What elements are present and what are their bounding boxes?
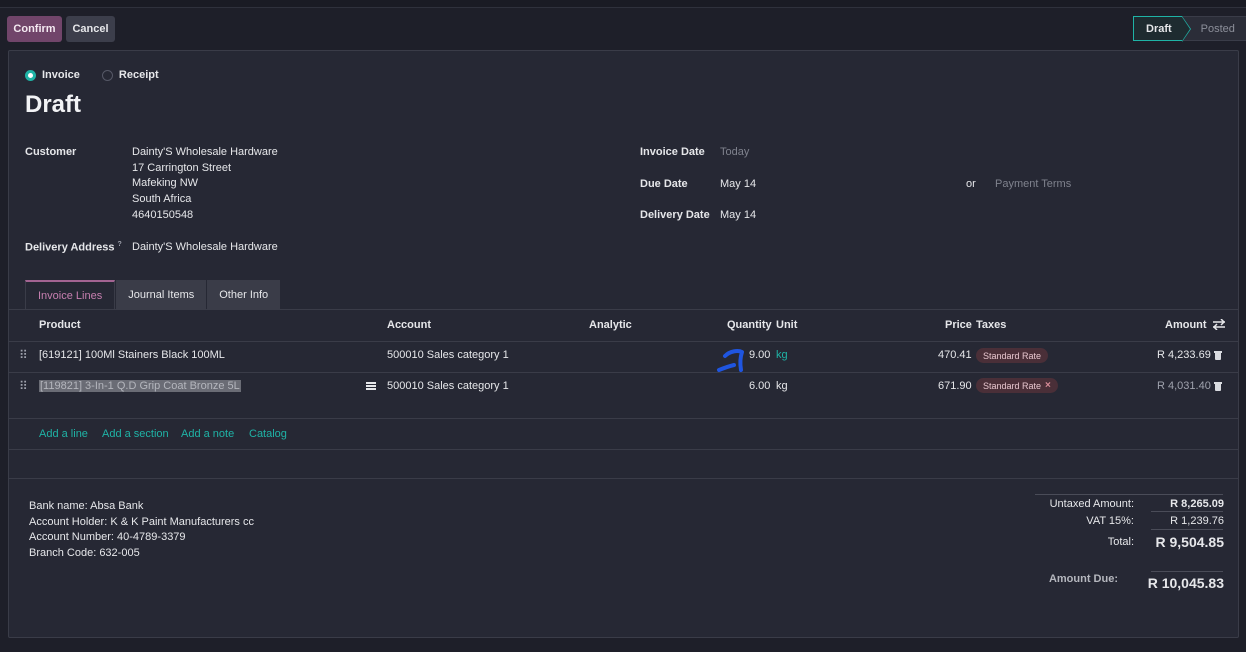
pen-annotation-icon	[717, 349, 744, 372]
table-footer-divider	[9, 449, 1238, 450]
add-note-link[interactable]: Add a note	[181, 428, 234, 440]
row-product[interactable]: [119821] 3-In-1 Q.D Grip Coat Bronze 5L	[39, 380, 241, 392]
customer-phone: 4640150548	[132, 208, 194, 221]
due-date-field[interactable]: May 14	[720, 177, 756, 193]
table-bottom-divider	[9, 478, 1238, 479]
delivery-address-label: Delivery Address ?	[25, 241, 122, 254]
customer-country: South Africa	[132, 193, 192, 206]
confirm-button[interactable]: Confirm	[7, 16, 62, 42]
bank-name-line: Bank name: Absa Bank	[29, 500, 144, 512]
account-number-line: Account Number: 40-4789-3379	[29, 531, 186, 544]
branch-code-line: Branch Code: 632-005	[29, 547, 140, 560]
row-account[interactable]: 500010 Sales category 1	[387, 349, 509, 361]
or-label: or	[966, 178, 976, 190]
payment-terms-field[interactable]: Payment Terms	[995, 177, 1071, 193]
col-product-header[interactable]: Product	[39, 319, 81, 331]
trash-icon[interactable]	[1214, 350, 1222, 360]
row-divider	[9, 418, 1238, 419]
invoice-date-label: Invoice Date	[640, 146, 705, 158]
untaxed-amount-label: Untaxed Amount:	[1049, 498, 1134, 510]
status-bar: Draft Posted	[1133, 16, 1246, 42]
delivery-address-field[interactable]: Dainty'S Wholesale Hardware	[132, 240, 278, 256]
notebook-tabs: Invoice Lines Journal Items Other Info	[25, 280, 281, 310]
stage-posted[interactable]: Posted	[1181, 16, 1246, 41]
row-quantity[interactable]: 9.00	[749, 349, 770, 361]
row-price[interactable]: 470.41	[938, 349, 972, 361]
invoice-date-field[interactable]: Today	[720, 145, 749, 161]
account-holder-line: Account Holder: K & K Paint Manufacturer…	[29, 515, 254, 528]
customer-label: Customer	[25, 146, 77, 158]
catalog-link[interactable]: Catalog	[249, 428, 287, 440]
untaxed-divider	[1151, 511, 1223, 512]
due-date-label: Due Date	[640, 178, 688, 190]
total-value: R 9,504.85	[1155, 534, 1225, 550]
row-quantity[interactable]: 6.00	[749, 380, 770, 392]
vat-divider	[1151, 529, 1223, 530]
row-amount: R 4,031.40	[1157, 380, 1211, 392]
untaxed-amount-value: R 8,265.09	[1170, 498, 1224, 510]
terms-narration[interactable]: Bank name: Absa Bank Account Holder: K &…	[29, 499, 254, 562]
row-product[interactable]: [619121] 100Ml Stainers Black 100ML	[39, 349, 225, 361]
delivery-date-label: Delivery Date	[640, 209, 710, 221]
row-price[interactable]: 671.90	[938, 380, 972, 392]
invoice-radio-label[interactable]: Invoice	[42, 69, 80, 81]
amount-due-divider	[1151, 571, 1223, 572]
page-title: Draft	[25, 91, 82, 118]
total-label: Total:	[1107, 536, 1134, 548]
menu-icon[interactable]	[366, 382, 376, 390]
drag-handle-icon[interactable]: ⠿	[19, 379, 28, 393]
col-analytic-header[interactable]: Analytic	[589, 319, 632, 331]
tabs-divider	[9, 309, 1238, 310]
optional-columns-icon[interactable]	[1213, 319, 1225, 330]
col-unit-header[interactable]: Unit	[776, 319, 797, 331]
amount-due-label: Amount Due:	[1048, 573, 1118, 585]
move-type-radio-group: Invoice Receipt	[25, 69, 159, 81]
trash-icon[interactable]	[1214, 381, 1222, 391]
col-account-header[interactable]: Account	[387, 319, 431, 331]
vat-label: VAT 15%:	[1086, 515, 1134, 527]
delivery-date-field[interactable]: May 14	[720, 208, 756, 224]
row-unit[interactable]: kg	[776, 380, 788, 392]
cancel-button[interactable]: Cancel	[66, 16, 115, 42]
tab-invoice-lines[interactable]: Invoice Lines	[25, 280, 116, 310]
totals-top-divider	[1035, 494, 1223, 495]
drag-handle-icon[interactable]: ⠿	[19, 348, 28, 362]
col-quantity-header[interactable]: Quantity	[727, 319, 772, 331]
top-bar	[0, 0, 1246, 8]
col-amount-header[interactable]: Amount	[1165, 319, 1207, 331]
amount-due-value: R 10,045.83	[1147, 575, 1224, 591]
receipt-radio[interactable]	[101, 69, 113, 81]
customer-city: Mafeking NW	[132, 177, 199, 190]
form-sheet: Invoice Receipt Draft Customer Dainty'S …	[8, 50, 1239, 638]
add-section-link[interactable]: Add a section	[102, 428, 169, 440]
row-account[interactable]: 500010 Sales category 1	[387, 380, 509, 392]
row-amount: R 4,233.69	[1157, 349, 1211, 361]
tab-journal-items[interactable]: Journal Items	[116, 280, 207, 310]
vat-value: R 1,239.76	[1170, 515, 1224, 527]
add-line-link[interactable]: Add a line	[39, 428, 88, 440]
table-header-divider	[9, 341, 1238, 342]
tax-badge[interactable]: Standard Rate	[976, 348, 1049, 363]
tab-other-info[interactable]: Other Info	[207, 280, 281, 310]
col-taxes-header[interactable]: Taxes	[976, 319, 1006, 331]
stage-draft[interactable]: Draft	[1133, 16, 1191, 42]
customer-field[interactable]: Dainty'S Wholesale Hardware 17 Carringto…	[132, 145, 278, 224]
row-unit[interactable]: kg	[776, 349, 788, 361]
invoice-radio[interactable]	[25, 69, 36, 81]
remove-tax-icon[interactable]: ×	[1045, 380, 1051, 391]
col-price-header[interactable]: Price	[945, 319, 972, 331]
customer-name: Dainty'S Wholesale Hardware	[132, 146, 278, 158]
tax-badge[interactable]: Standard Rate ×	[976, 378, 1058, 393]
receipt-radio-label[interactable]: Receipt	[119, 69, 159, 81]
customer-street: 17 Carrington Street	[132, 161, 232, 174]
row-divider	[9, 372, 1238, 373]
help-icon[interactable]: ?	[118, 241, 122, 248]
